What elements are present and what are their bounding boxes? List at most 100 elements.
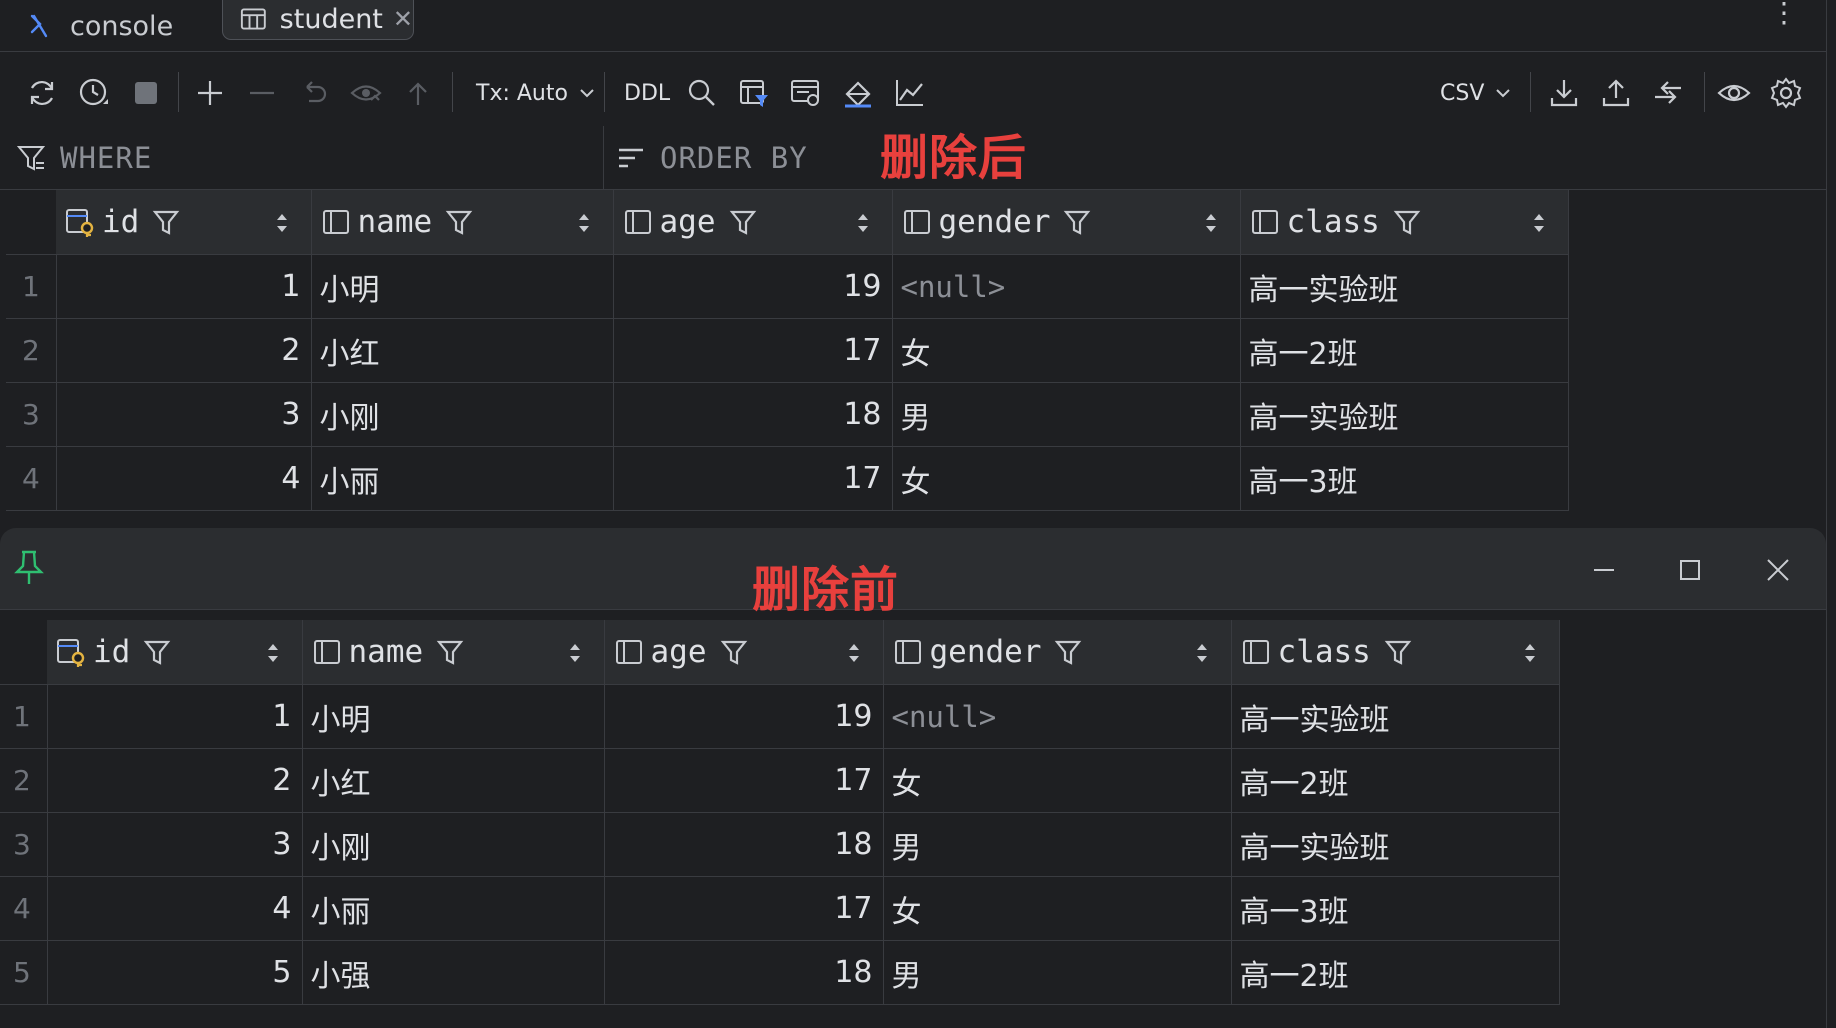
tab-student[interactable]: student ✕ bbox=[222, 0, 414, 40]
gear-icon[interactable] bbox=[1766, 74, 1806, 112]
cell-gender[interactable]: <null> bbox=[883, 684, 1232, 749]
sort-icon[interactable] bbox=[1523, 642, 1537, 664]
cell-class[interactable]: 高一2班 bbox=[1231, 940, 1560, 1005]
filter-icon[interactable] bbox=[1053, 637, 1083, 667]
cell-gender[interactable]: 女 bbox=[883, 748, 1232, 813]
cell-id[interactable]: 1 bbox=[56, 254, 312, 319]
column-header-id[interactable]: id bbox=[56, 190, 312, 255]
sort-icon[interactable] bbox=[1204, 212, 1218, 234]
revert-icon[interactable] bbox=[294, 74, 334, 112]
close-window-icon[interactable] bbox=[1758, 550, 1798, 590]
cell-gender[interactable]: 女 bbox=[892, 446, 1241, 511]
cell-gender[interactable]: 女 bbox=[892, 318, 1241, 383]
delete-row-icon[interactable] bbox=[242, 74, 282, 112]
cell-gender[interactable]: 男 bbox=[883, 812, 1232, 877]
column-header-age[interactable]: age bbox=[613, 190, 893, 255]
preview-changes-icon[interactable] bbox=[346, 74, 386, 112]
cell-id[interactable]: 3 bbox=[56, 382, 312, 447]
more-options-icon[interactable]: ⋮ bbox=[1770, 0, 1798, 30]
paint-bucket-icon[interactable] bbox=[838, 74, 878, 112]
cell-class[interactable]: 高一3班 bbox=[1231, 876, 1560, 941]
sort-icon[interactable] bbox=[1532, 212, 1546, 234]
filter-icon[interactable] bbox=[1383, 637, 1413, 667]
cell-id[interactable]: 2 bbox=[47, 748, 303, 813]
column-header-name-content[interactable]: name bbox=[303, 620, 604, 684]
filter-icon[interactable] bbox=[719, 637, 749, 667]
column-header-age-content[interactable]: age bbox=[614, 190, 892, 254]
cell-class[interactable]: 高一实验班 bbox=[1231, 812, 1560, 877]
column-header-name-content[interactable]: name bbox=[312, 190, 613, 254]
sort-icon[interactable] bbox=[1195, 642, 1209, 664]
maximize-icon[interactable] bbox=[1670, 550, 1710, 590]
column-header-name[interactable]: name bbox=[302, 620, 605, 685]
table-row[interactable]: 2 2 小红 17 女高一2班 bbox=[6, 318, 1569, 383]
column-header-class-content[interactable]: class bbox=[1241, 190, 1568, 254]
cell-id[interactable]: 4 bbox=[56, 446, 312, 511]
tab-console[interactable]: console bbox=[28, 0, 173, 52]
sort-icon[interactable] bbox=[266, 642, 280, 664]
cell-class[interactable]: 高一3班 bbox=[1240, 446, 1569, 511]
column-header-id[interactable]: id bbox=[47, 620, 303, 685]
cell-name[interactable]: 小刚 bbox=[302, 812, 605, 877]
cell-age[interactable]: 17 bbox=[604, 748, 884, 813]
column-header-class[interactable]: class bbox=[1231, 620, 1560, 685]
cell-class[interactable]: 高一实验班 bbox=[1240, 382, 1569, 447]
cell-name[interactable]: 小丽 bbox=[302, 876, 605, 941]
cell-gender[interactable]: <null> bbox=[892, 254, 1241, 319]
cell-age[interactable]: 17 bbox=[613, 318, 893, 383]
filter-icon[interactable] bbox=[142, 637, 172, 667]
submit-icon[interactable] bbox=[398, 74, 438, 112]
history-clock-icon[interactable] bbox=[74, 74, 114, 112]
cell-age[interactable]: 18 bbox=[604, 940, 884, 1005]
cell-gender[interactable]: 男 bbox=[883, 940, 1232, 1005]
filter-icon[interactable] bbox=[151, 207, 181, 237]
cell-name[interactable]: 小丽 bbox=[311, 446, 614, 511]
column-header-gender-content[interactable]: gender bbox=[884, 620, 1231, 684]
ddl-button[interactable]: DDL bbox=[624, 78, 670, 108]
view-query-icon[interactable] bbox=[786, 74, 826, 112]
sort-icon[interactable] bbox=[847, 642, 861, 664]
column-header-class[interactable]: class bbox=[1240, 190, 1569, 255]
column-header-age[interactable]: age bbox=[604, 620, 884, 685]
upload-icon[interactable] bbox=[1596, 74, 1636, 112]
table-row[interactable]: 2 2 小红 17 女高一2班 bbox=[0, 748, 1560, 813]
cell-age[interactable]: 17 bbox=[604, 876, 884, 941]
cell-id[interactable]: 3 bbox=[47, 812, 303, 877]
chart-icon[interactable] bbox=[890, 74, 930, 112]
sort-icon[interactable] bbox=[275, 212, 289, 234]
filter-icon[interactable] bbox=[1062, 207, 1092, 237]
cell-age[interactable]: 18 bbox=[613, 382, 893, 447]
cell-name[interactable]: 小强 bbox=[302, 940, 605, 1005]
cell-name[interactable]: 小刚 bbox=[311, 382, 614, 447]
cell-class[interactable]: 高一2班 bbox=[1240, 318, 1569, 383]
table-row[interactable]: 1 1 小明 19 <null> 高一实验班 bbox=[6, 254, 1569, 319]
cell-name[interactable]: 小明 bbox=[311, 254, 614, 319]
column-header-gender-content[interactable]: gender bbox=[893, 190, 1240, 254]
eye-icon[interactable] bbox=[1714, 74, 1754, 112]
order-by-input[interactable]: ORDER BY bbox=[616, 126, 808, 190]
add-row-icon[interactable] bbox=[190, 74, 230, 112]
cell-class[interactable]: 高一实验班 bbox=[1240, 254, 1569, 319]
column-header-age-content[interactable]: age bbox=[605, 620, 883, 684]
sort-icon[interactable] bbox=[856, 212, 870, 234]
cell-age[interactable]: 17 bbox=[613, 446, 893, 511]
filter-icon[interactable] bbox=[728, 207, 758, 237]
cell-id[interactable]: 4 bbox=[47, 876, 303, 941]
sort-icon[interactable] bbox=[568, 642, 582, 664]
filter-icon[interactable] bbox=[444, 207, 474, 237]
table-row[interactable]: 1 1 小明 19 <null> 高一实验班 bbox=[0, 684, 1560, 749]
cell-gender[interactable]: 男 bbox=[892, 382, 1241, 447]
cell-id[interactable]: 2 bbox=[56, 318, 312, 383]
download-icon[interactable] bbox=[1544, 74, 1584, 112]
compare-icon[interactable] bbox=[1648, 74, 1688, 112]
table-filter-icon[interactable] bbox=[734, 74, 774, 112]
table-row[interactable]: 3 3 小刚 18 男高一实验班 bbox=[0, 812, 1560, 877]
column-header-gender[interactable]: gender bbox=[892, 190, 1241, 255]
pin-icon[interactable] bbox=[12, 548, 46, 588]
column-header-id-content[interactable]: id bbox=[56, 190, 311, 254]
cell-id[interactable]: 5 bbox=[47, 940, 303, 1005]
table-row[interactable]: 5 5 小强 18 男高一2班 bbox=[0, 940, 1560, 1005]
column-header-id-content[interactable]: id bbox=[47, 620, 302, 684]
refresh-icon[interactable] bbox=[22, 74, 62, 112]
column-header-class-content[interactable]: class bbox=[1232, 620, 1559, 684]
